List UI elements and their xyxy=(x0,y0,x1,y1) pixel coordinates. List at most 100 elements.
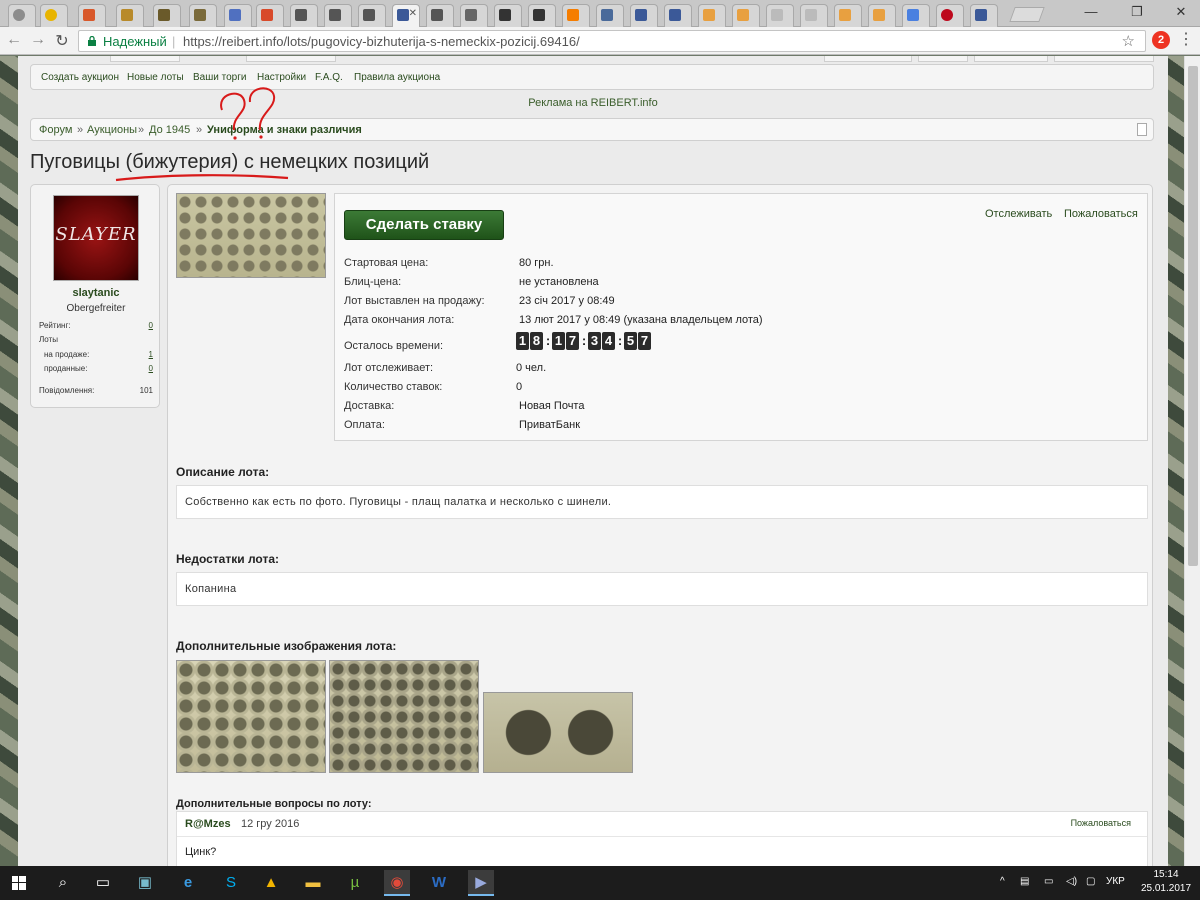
additional-image-3[interactable] xyxy=(483,692,633,773)
reload-icon[interactable]: ↻ xyxy=(52,31,72,51)
browser-tab[interactable] xyxy=(834,4,862,27)
chrome-menu-icon[interactable]: ⋮ xyxy=(1178,29,1194,49)
minimize-icon[interactable]: — xyxy=(1076,4,1106,19)
window-close-icon[interactable]: ✕ xyxy=(1166,4,1196,20)
browser-tab[interactable] xyxy=(256,4,284,27)
browser-tab[interactable] xyxy=(153,4,181,27)
lot-main-image[interactable] xyxy=(176,193,326,278)
page-scrollbar[interactable] xyxy=(1184,56,1200,866)
browser-tab[interactable] xyxy=(116,4,144,27)
browser-tab[interactable] xyxy=(8,4,36,27)
utorrent-icon[interactable]: µ xyxy=(342,870,368,896)
stat-label: Повідомлення: xyxy=(39,386,95,395)
volume-icon[interactable]: ◁) xyxy=(1066,876,1077,887)
search-icon[interactable]: ⌕ xyxy=(50,870,76,896)
timer-digit: 8 xyxy=(530,332,543,350)
message-icon[interactable]: ▢ xyxy=(1086,876,1095,887)
rss-feed-icon[interactable] xyxy=(1137,123,1147,136)
timer-digit: 5 xyxy=(624,332,637,350)
browser-tab[interactable] xyxy=(936,4,964,27)
back-arrow-icon[interactable]: ← xyxy=(4,31,24,49)
browser-tab-active[interactable]: ✕ xyxy=(392,4,420,27)
timer-hours: 18 xyxy=(516,332,544,350)
browser-tab[interactable] xyxy=(494,4,522,27)
browser-tab[interactable] xyxy=(800,4,828,27)
stat-value[interactable]: 0 xyxy=(149,364,153,373)
browser-tab[interactable] xyxy=(562,4,590,27)
browser-tab[interactable] xyxy=(698,4,726,27)
tray-chevron-icon[interactable]: ^ xyxy=(1000,876,1005,887)
drive-app-icon[interactable]: ▲ xyxy=(258,870,284,896)
browser-tab[interactable] xyxy=(40,4,68,27)
extension-icon[interactable]: 2 xyxy=(1152,31,1170,49)
row-value: 13 лют 2017 у 08:49 (указана владельцем … xyxy=(519,314,763,326)
browser-tab[interactable] xyxy=(766,4,794,27)
secure-label: Надежный xyxy=(103,34,167,49)
windows-start-icon[interactable] xyxy=(12,876,26,890)
browser-tab[interactable] xyxy=(224,4,252,27)
avatar[interactable]: SLAYER xyxy=(53,195,139,281)
subnav-auction-rules[interactable]: Правила аукциона xyxy=(354,72,440,83)
additional-image-2[interactable] xyxy=(329,660,479,773)
browser-tab[interactable] xyxy=(630,4,658,27)
stat-label: на продаже: xyxy=(44,350,90,359)
additional-image-1[interactable] xyxy=(176,660,326,773)
subnav-faq[interactable]: F.A.Q. xyxy=(315,72,343,83)
new-tab-button[interactable] xyxy=(1009,7,1045,22)
close-icon[interactable]: ✕ xyxy=(409,8,417,19)
language-indicator[interactable]: УКР xyxy=(1106,876,1125,887)
browser-tab[interactable] xyxy=(596,4,624,27)
images-title: Дополнительные изображения лота: xyxy=(176,639,397,653)
media-app-icon[interactable]: ▶ xyxy=(468,870,494,896)
browser-tab[interactable] xyxy=(324,4,352,27)
timer-digit: 4 xyxy=(602,332,615,350)
file-explorer-icon[interactable]: ▬ xyxy=(300,870,326,896)
url-text[interactable]: https://reibert.info/lots/pugovicy-bizhu… xyxy=(183,34,580,49)
timer-colon: : xyxy=(617,333,623,348)
word-icon[interactable]: W xyxy=(426,870,452,896)
battery-icon[interactable]: ▭ xyxy=(1044,876,1053,887)
browser-tab[interactable] xyxy=(290,4,318,27)
question-report-link[interactable]: Пожаловаться xyxy=(1071,818,1131,828)
restore-icon[interactable]: ❐ xyxy=(1122,4,1152,20)
network-icon[interactable]: ▤ xyxy=(1020,876,1029,887)
forward-arrow-icon[interactable]: → xyxy=(28,31,48,49)
browser-tab[interactable] xyxy=(528,4,556,27)
browser-tab[interactable] xyxy=(970,4,998,27)
browser-tab[interactable] xyxy=(189,4,217,27)
browser-tab[interactable] xyxy=(460,4,488,27)
report-link[interactable]: Пожаловаться xyxy=(1064,208,1138,220)
defects-box: Копанина xyxy=(176,572,1148,606)
browser-tab[interactable] xyxy=(868,4,896,27)
edge-browser-icon[interactable]: e xyxy=(175,870,201,896)
breadcrumb-forum[interactable]: Форум xyxy=(39,124,72,136)
browser-tab[interactable] xyxy=(78,4,106,27)
stat-sold: проданные: 0 xyxy=(39,364,153,373)
follow-link[interactable]: Отслеживать xyxy=(985,208,1052,220)
place-bid-button[interactable]: Сделать ставку xyxy=(344,210,504,240)
row-value: 80 грн. xyxy=(519,257,554,269)
address-bar[interactable]: Надежный | https://reibert.info/lots/pug… xyxy=(78,30,1146,52)
browser-tab[interactable] xyxy=(358,4,386,27)
stat-value[interactable]: 1 xyxy=(149,350,153,359)
browser-tab[interactable] xyxy=(732,4,760,27)
bookmark-star-icon[interactable]: ☆ xyxy=(1122,32,1135,50)
stat-value: 101 xyxy=(139,386,153,395)
chrome-icon[interactable]: ◉ xyxy=(384,870,410,896)
scrollbar-thumb[interactable] xyxy=(1188,66,1198,566)
system-clock[interactable]: 15:14 25.01.2017 xyxy=(1138,868,1194,896)
username[interactable]: slaytanic xyxy=(31,287,161,299)
question-author[interactable]: R@Mzes xyxy=(185,818,231,830)
stat-value[interactable]: 0 xyxy=(149,321,153,330)
row-value: ПриватБанк xyxy=(519,419,581,431)
browser-tab[interactable] xyxy=(664,4,692,27)
row-label: Оплата: xyxy=(344,419,385,431)
row-value: не установлена xyxy=(519,276,599,288)
skype-icon[interactable]: S xyxy=(218,870,244,896)
save-app-icon[interactable]: ▣ xyxy=(132,870,158,896)
browser-tab[interactable] xyxy=(902,4,930,27)
task-view-icon[interactable]: ▭ xyxy=(90,870,116,896)
browser-tab[interactable] xyxy=(426,4,454,27)
url-separator: | xyxy=(172,34,176,49)
divider xyxy=(177,836,1147,837)
